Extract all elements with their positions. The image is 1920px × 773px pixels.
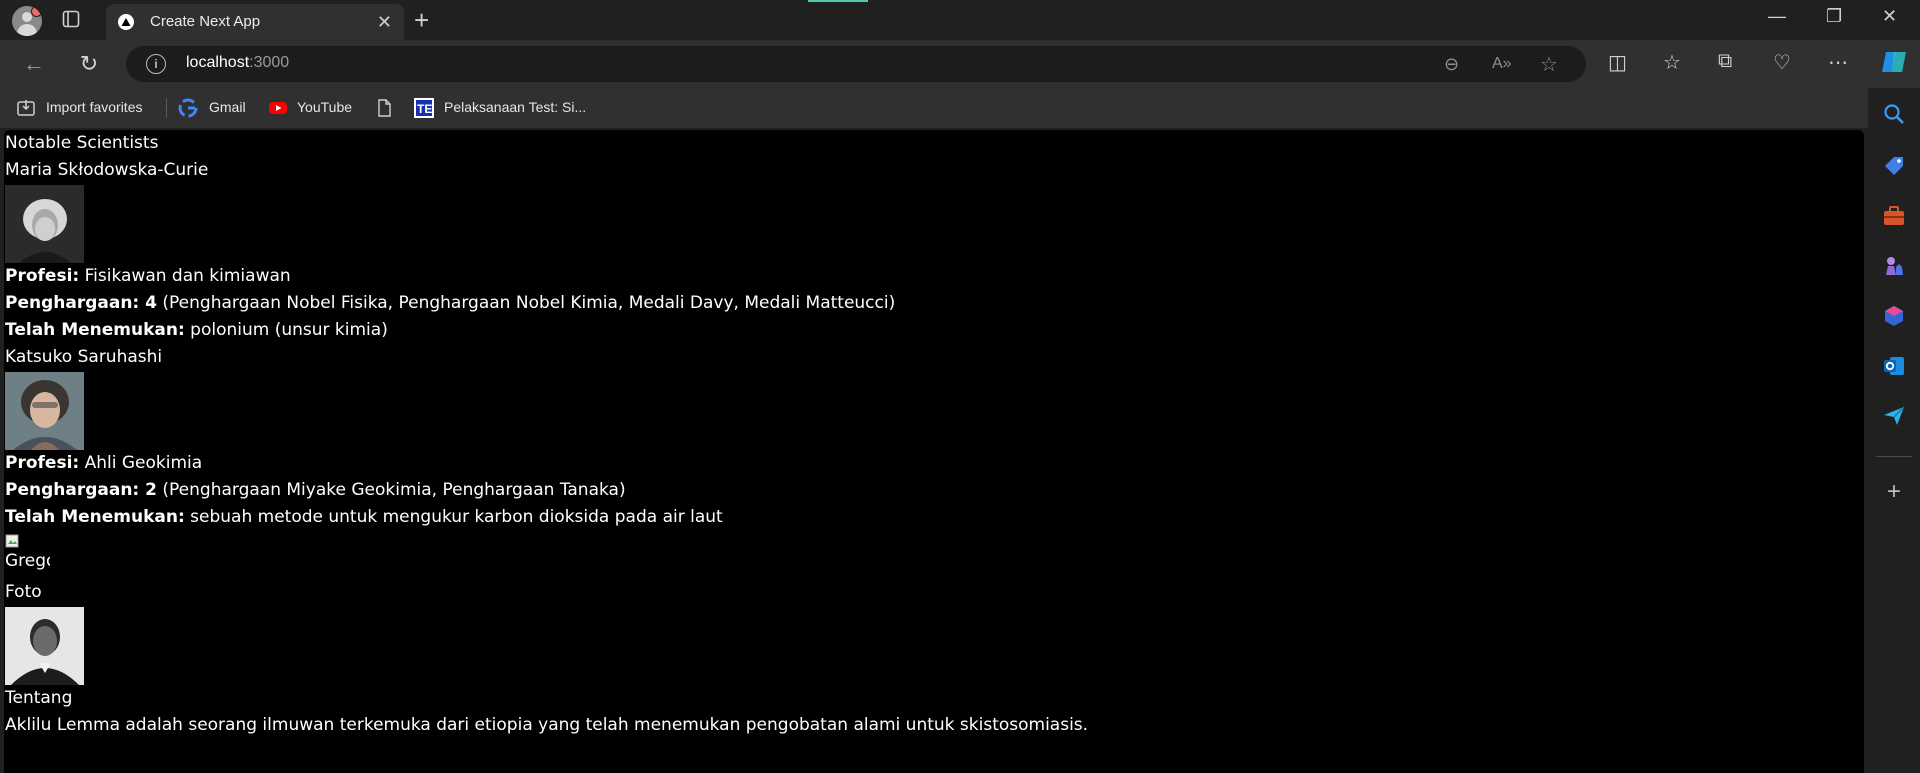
copilot-icon[interactable] bbox=[1880, 48, 1908, 76]
bookmark-separator bbox=[166, 98, 167, 118]
discovery-row: Telah Menemukan: sebuah metode untuk men… bbox=[5, 507, 723, 527]
more-menu-icon[interactable]: ⋯ bbox=[1828, 50, 1848, 75]
profesi-row: Profesi: Ahli Geokimia bbox=[5, 453, 203, 473]
shopping-tag-icon[interactable] bbox=[1882, 154, 1906, 178]
te-icon: TE bbox=[414, 98, 434, 118]
scientist-photo bbox=[5, 372, 84, 450]
profile-avatar[interactable] bbox=[12, 6, 42, 36]
add-sidebar-app-icon[interactable]: + bbox=[1882, 480, 1906, 504]
import-icon bbox=[17, 100, 35, 116]
title-bar: Create Next App ✕ + — ❐ ✕ bbox=[0, 0, 1920, 40]
active-tab[interactable]: Create Next App ✕ bbox=[106, 4, 404, 40]
bookmark-import-favorites[interactable]: Import favorites bbox=[46, 99, 142, 115]
close-tab-icon[interactable]: ✕ bbox=[377, 12, 392, 33]
broken-image: Grego bbox=[4, 531, 50, 579]
new-tab-icon[interactable]: + bbox=[414, 4, 429, 36]
foto-label: Foto bbox=[5, 582, 42, 602]
broken-image-icon bbox=[5, 534, 19, 548]
url-text[interactable]: localhost:3000 bbox=[186, 54, 289, 72]
refresh-icon[interactable]: ↻ bbox=[75, 50, 103, 78]
profesi-row: Profesi: Fisikawan dan kimiawan bbox=[5, 266, 291, 286]
split-screen-icon[interactable]: ◫ bbox=[1608, 50, 1627, 75]
tentang-label: Tentang bbox=[5, 688, 73, 708]
accent-line bbox=[808, 0, 868, 2]
send-drop-icon[interactable] bbox=[1882, 404, 1906, 428]
outlook-icon[interactable] bbox=[1882, 354, 1906, 378]
microsoft-365-icon[interactable] bbox=[1882, 304, 1906, 328]
favorites-icon[interactable]: ☆ bbox=[1663, 50, 1681, 75]
page-content: Notable Scientists Maria Skłodowska-Curi… bbox=[4, 130, 1864, 773]
bookmarks-bar: Import favorites Gmail YouTube TE Pelaks… bbox=[0, 88, 1920, 128]
awards-row: Penghargaan: 2 (Penghargaan Miyake Geoki… bbox=[5, 480, 626, 500]
page-title: Notable Scientists bbox=[5, 133, 159, 153]
bookmark-pelaksanaan-test[interactable]: Pelaksanaan Test: Si... bbox=[444, 99, 586, 115]
zoom-out-icon[interactable]: ⊖ bbox=[1444, 54, 1459, 75]
notification-dot bbox=[31, 6, 42, 17]
restore-icon[interactable]: ❐ bbox=[1826, 6, 1842, 27]
broken-image-alt-text: Grego bbox=[5, 551, 50, 571]
bookmark-gmail[interactable]: Gmail bbox=[209, 99, 246, 115]
scientist-name: Katsuko Saruhashi bbox=[5, 347, 163, 367]
site-info-icon[interactable]: i bbox=[146, 54, 166, 74]
scientist-name: Maria Skłodowska-Curie bbox=[5, 160, 209, 180]
favorite-star-icon[interactable]: ☆ bbox=[1540, 52, 1558, 77]
youtube-icon bbox=[269, 102, 287, 114]
page-icon[interactable] bbox=[374, 98, 394, 118]
collections-icon[interactable]: ⧉ bbox=[1718, 50, 1732, 73]
discovery-row: Telah Menemukan: polonium (unsur kimia) bbox=[5, 320, 388, 340]
awards-row: Penghargaan: 4 (Penghargaan Nobel Fisika… bbox=[5, 293, 896, 313]
navigation-bar: ← ↻ i localhost:3000 ⊖ A» ☆ ◫ ☆ ⧉ ♡ ⋯ bbox=[0, 40, 1920, 88]
scientist-photo bbox=[5, 185, 84, 263]
tab-title: Create Next App bbox=[150, 13, 261, 30]
minimize-icon[interactable]: — bbox=[1768, 6, 1786, 27]
browser-essentials-icon[interactable]: ♡ bbox=[1773, 50, 1791, 75]
google-icon bbox=[178, 98, 198, 118]
about-text: Aklilu Lemma adalah seorang ilmuwan terk… bbox=[5, 715, 1089, 735]
svg-text:TE: TE bbox=[417, 102, 432, 116]
search-icon[interactable] bbox=[1882, 102, 1906, 126]
scientist-photo bbox=[5, 607, 84, 685]
read-aloud-icon[interactable]: A» bbox=[1492, 55, 1512, 73]
close-window-icon[interactable]: ✕ bbox=[1882, 6, 1897, 27]
tools-briefcase-icon[interactable] bbox=[1882, 204, 1906, 228]
address-bar[interactable]: i localhost:3000 ⊖ A» ☆ bbox=[126, 46, 1586, 82]
sidebar-separator bbox=[1876, 456, 1912, 457]
tab-actions-icon[interactable] bbox=[62, 10, 80, 28]
nextjs-favicon-icon bbox=[118, 14, 134, 30]
games-chess-icon[interactable] bbox=[1882, 254, 1906, 278]
bookmark-youtube[interactable]: YouTube bbox=[297, 99, 352, 115]
back-icon[interactable]: ← bbox=[20, 50, 48, 78]
edge-sidebar: + bbox=[1868, 88, 1920, 773]
